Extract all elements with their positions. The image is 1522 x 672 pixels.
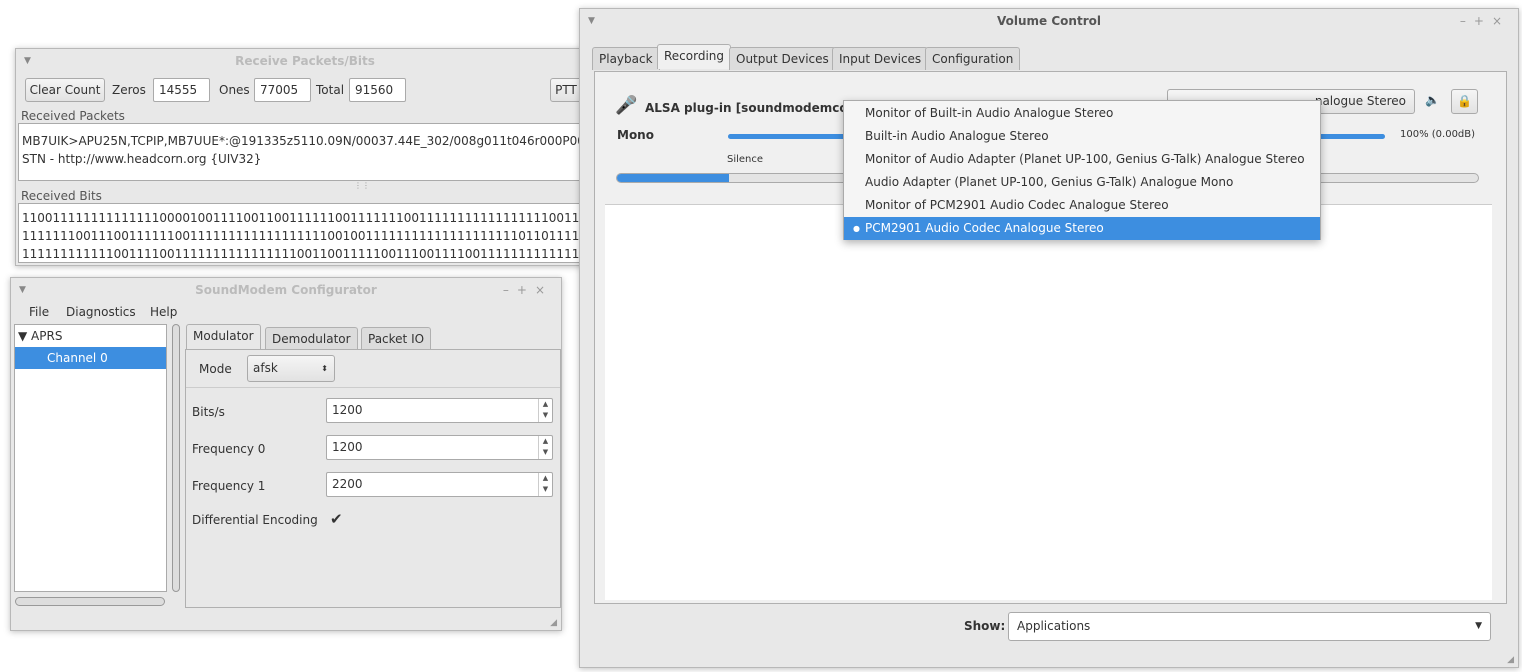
title-bar[interactable]: ▼ Volume Control –+× (580, 9, 1518, 33)
bits-per-second-label: Bits/s (192, 405, 225, 419)
resize-grip-icon[interactable]: ◢ (550, 618, 557, 628)
zeros-label: Zeros (112, 83, 146, 97)
window-menu-icon[interactable]: ▼ (19, 278, 26, 302)
menu-help[interactable]: Help (150, 305, 177, 319)
mode-select[interactable]: afsk ⬍ (247, 355, 335, 382)
tab-modulator[interactable]: Modulator (186, 324, 261, 349)
menu-item[interactable]: Built-in Audio Analogue Stereo (844, 125, 1320, 148)
menu-item[interactable]: Audio Adapter (Planet UP-100, Genius G-T… (844, 171, 1320, 194)
lock-channels-button[interactable]: 🔒 (1451, 89, 1478, 114)
frequency-0-spinbox[interactable]: 1200 ▲ ▼ (326, 435, 553, 460)
tab-packet-io[interactable]: Packet IO (361, 327, 432, 350)
packet-line: MB7UIK>APU25N,TCPIP,MB7UUE*:@191335z5110… (22, 134, 593, 148)
tab-input-devices[interactable]: Input Devices (832, 47, 929, 70)
tree-horizontal-scrollbar[interactable] (15, 597, 165, 606)
tab-recording[interactable]: Recording (657, 44, 732, 69)
differential-encoding-checkbox[interactable]: ✔ (330, 510, 343, 528)
frequency-0-label: Frequency 0 (192, 442, 266, 456)
total-field[interactable]: 91560 (349, 78, 406, 102)
window-title: SoundModem Configurator (195, 283, 377, 297)
menu-item[interactable]: Monitor of Audio Adapter (Planet UP-100,… (844, 148, 1320, 171)
frequency-1-spinbox[interactable]: 2200 ▲ ▼ (326, 472, 553, 497)
ones-label: Ones (219, 83, 250, 97)
channel-label: Mono (617, 128, 654, 142)
updown-icon: ⬍ (321, 364, 328, 373)
menu-item-selected[interactable]: PCM2901 Audio Codec Analogue Stereo (844, 217, 1320, 240)
modulator-panel: Mode afsk ⬍ Bits/s 1200 ▲ ▼ Frequency 0 120… (185, 349, 561, 608)
received-packets-label: Received Packets (21, 109, 125, 123)
tree-vertical-scrollbar[interactable] (172, 324, 180, 592)
received-bits-label: Received Bits (21, 189, 102, 203)
menu-item[interactable]: Monitor of PCM2901 Audio Codec Analogue … (844, 194, 1320, 217)
show-label: Show: (964, 619, 1006, 633)
menu-diagnostics[interactable]: Diagnostics (66, 305, 136, 319)
menu-bar: File Diagnostics Help (11, 302, 561, 322)
soundmodem-configurator-window: ▼ SoundModem Configurator –+× File Diagnos… (10, 277, 562, 631)
bits-line: 1111111111110011110011111111111111110011… (22, 247, 593, 261)
window-controls[interactable]: –+× (1460, 9, 1510, 33)
mute-speaker-icon[interactable]: 🔈 (1425, 93, 1440, 107)
tab-output-devices[interactable]: Output Devices (729, 47, 836, 70)
tree-item-aprs[interactable]: ▼ APRS (15, 325, 166, 347)
title-bar[interactable]: ▼ SoundModem Configurator –+× (11, 278, 561, 302)
menu-file[interactable]: File (29, 305, 49, 319)
ones-field[interactable]: 77005 (254, 78, 311, 102)
ptt-button[interactable]: PTT (550, 78, 582, 102)
bits-line: 1100111111111111110000100111100110011111… (22, 211, 593, 225)
window-menu-icon[interactable]: ▼ (24, 49, 31, 73)
window-menu-icon[interactable]: ▼ (588, 9, 595, 33)
bits-line: 1111111001110011111100111111111111111111… (22, 229, 593, 243)
received-bits-text[interactable]: 1100111111111111110000100111100110011111… (18, 203, 593, 263)
dropdown-arrow-icon: ▼ (1475, 621, 1482, 631)
mode-label: Mode (199, 362, 232, 376)
show-select[interactable]: Applications ▼ (1008, 612, 1491, 641)
silence-tick-label: Silence (727, 154, 764, 165)
window-title: Receive Packets/Bits (235, 54, 375, 68)
zeros-field[interactable]: 14555 (153, 78, 210, 102)
stream-name: ALSA plug-in [soundmodemconf (645, 101, 862, 115)
volume-level: 100% (0.00dB) (1400, 129, 1476, 140)
received-packets-text[interactable]: MB7UIK>APU25N,TCPIP,MB7UUE*:@191335z5110… (18, 123, 593, 181)
frequency-1-label: Frequency 1 (192, 479, 266, 493)
tab-demodulator[interactable]: Demodulator (265, 327, 358, 350)
tree-item-channel-0[interactable]: Channel 0 (15, 347, 166, 369)
tab-playback[interactable]: Playback (592, 47, 660, 70)
microphone-icon: 🎤 (615, 95, 638, 116)
differential-encoding-label: Differential Encoding (192, 513, 318, 527)
tab-configuration[interactable]: Configuration (925, 47, 1021, 70)
total-label: Total (316, 83, 345, 97)
receive-window: ▼ Receive Packets/Bits Clear Count Zeros … (15, 48, 595, 266)
resize-grip-icon[interactable]: ◢ (1507, 655, 1514, 665)
title-bar[interactable]: ▼ Receive Packets/Bits (16, 49, 594, 73)
window-title: Volume Control (997, 14, 1101, 28)
device-dropdown-menu: Monitor of Built-in Audio Analogue Stere… (843, 100, 1321, 240)
packet-line: STN - http://www.headcorn.org {UIV32} (22, 152, 262, 166)
pane-splitter[interactable]: ⋮⋮ (354, 181, 370, 190)
menu-item[interactable]: Monitor of Built-in Audio Analogue Stere… (844, 102, 1320, 125)
channel-tree[interactable]: ▼ APRS Channel 0 (14, 324, 167, 592)
clear-count-button[interactable]: Clear Count (25, 78, 105, 102)
window-controls[interactable]: –+× (503, 278, 553, 302)
bits-per-second-spinbox[interactable]: 1200 ▲ ▼ (326, 398, 553, 423)
